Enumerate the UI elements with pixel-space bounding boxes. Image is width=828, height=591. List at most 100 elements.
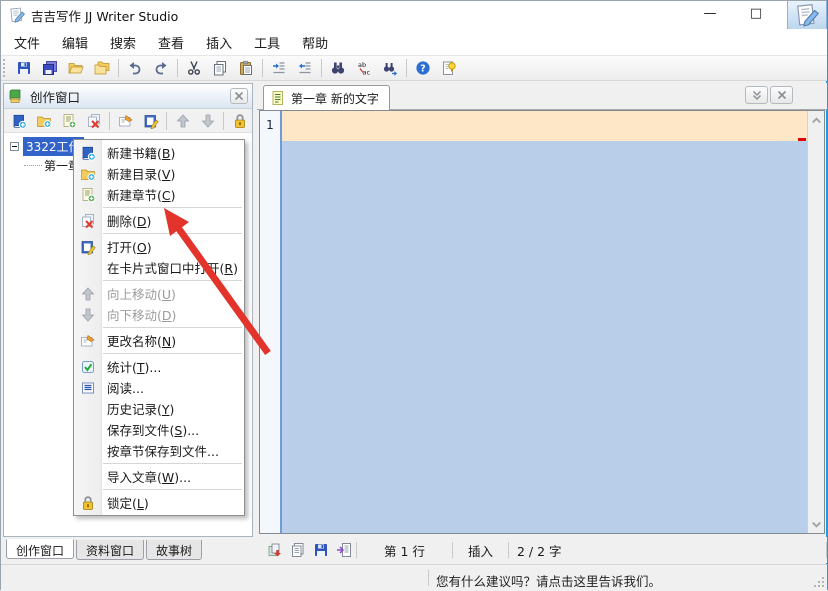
- scroll-down-icon[interactable]: [809, 516, 824, 531]
- open-icon: [68, 60, 84, 76]
- context-menu-label: 历史记录(Y): [107, 402, 175, 417]
- context-menu-item-1[interactable]: 新建目录(V): [74, 163, 244, 184]
- menubar-item-2[interactable]: 搜索: [99, 30, 147, 55]
- context-menu-item-15[interactable]: 阅读...: [74, 377, 244, 398]
- context-menu-item-22[interactable]: 锁定(L): [74, 492, 244, 513]
- editor-tab[interactable]: 第一章 新的文字: [263, 85, 390, 110]
- backup-button[interactable]: [263, 540, 286, 560]
- menubar-item-5[interactable]: 工具: [243, 30, 291, 55]
- outdent-button[interactable]: [292, 57, 318, 79]
- context-menu-item-12[interactable]: 更改名称(N): [74, 330, 244, 351]
- backup-icon: [267, 542, 283, 558]
- menubar-item-0[interactable]: 文件: [3, 30, 51, 55]
- insert-mode-indicator: 插入: [467, 543, 493, 559]
- context-menu-label: 新建章节(C): [107, 188, 176, 203]
- undo-button[interactable]: [122, 57, 148, 79]
- context-menu-label: 新建目录(V): [107, 167, 176, 182]
- help-icon: ?: [415, 60, 431, 76]
- context-menu-label: 锁定(L): [107, 496, 149, 511]
- context-menu-label: 导入文章(W)...: [107, 470, 192, 485]
- context-menu-label: 删除(D): [107, 214, 152, 229]
- find-button[interactable]: [325, 57, 351, 79]
- insert-doc-button[interactable]: [333, 540, 356, 560]
- vertical-scrollbar[interactable]: [807, 111, 824, 533]
- paste-button[interactable]: [233, 57, 259, 79]
- replace-icon: ab ac: [356, 60, 372, 76]
- minimize-button[interactable]: —: [693, 3, 727, 25]
- indent-button[interactable]: [266, 57, 292, 79]
- find-icon: [330, 60, 346, 76]
- main-toolbar: ab ac?: [1, 55, 827, 81]
- insert-doc-icon: [336, 542, 352, 558]
- svg-text:ac: ac: [363, 69, 371, 77]
- panel-tab-0[interactable]: 创作窗口: [6, 539, 75, 559]
- text-area[interactable]: [282, 111, 807, 533]
- menubar-item-6[interactable]: 帮助: [291, 30, 339, 55]
- save-button[interactable]: [11, 57, 37, 79]
- panel-tab-1[interactable]: 资料窗口: [76, 540, 145, 560]
- context-menu-item-18[interactable]: 按章节保存到文件...: [74, 440, 244, 461]
- lock-icon: [80, 495, 96, 511]
- menubar-item-1[interactable]: 编辑: [51, 30, 99, 55]
- context-menu-item-0[interactable]: 新建书籍(B): [74, 142, 244, 163]
- book-add-icon: [11, 113, 27, 129]
- panel-close-button[interactable]: [230, 88, 248, 104]
- rename-button[interactable]: [113, 110, 138, 131]
- resize-grip[interactable]: [811, 574, 824, 587]
- toolbar-drag-handle[interactable]: [3, 59, 8, 77]
- copy-page-icon: [290, 542, 306, 558]
- open-button[interactable]: [63, 57, 89, 79]
- menubar-item-4[interactable]: 插入: [195, 30, 243, 55]
- delete-button[interactable]: [81, 110, 106, 131]
- panel-tab-2[interactable]: 故事树: [146, 540, 203, 560]
- editor-tab-bar: 第一章 新的文字: [257, 83, 827, 110]
- context-menu-item-7[interactable]: 在卡片式窗口中打开(R): [74, 257, 244, 278]
- folder-add-icon: [80, 166, 96, 182]
- app-logo-button[interactable]: [787, 1, 827, 30]
- tab-close-button[interactable]: [770, 86, 793, 104]
- open-all-button[interactable]: [89, 57, 115, 79]
- status-bar: 您有什么建议吗？请点击这里告诉我们。: [1, 564, 827, 590]
- folder-add-icon: [36, 113, 52, 129]
- move-down-button[interactable]: [195, 110, 220, 131]
- folder-add-button[interactable]: [31, 110, 56, 131]
- move-up-icon: [175, 113, 191, 129]
- move-up-button[interactable]: [170, 110, 195, 131]
- tree-collapse-icon[interactable]: [10, 142, 19, 151]
- document-icon: [270, 90, 286, 106]
- context-menu-label: 更改名称(N): [107, 334, 177, 349]
- redo-button[interactable]: [148, 57, 174, 79]
- scroll-up-icon[interactable]: [809, 113, 824, 128]
- context-menu-item-20[interactable]: 导入文章(W)...: [74, 466, 244, 487]
- menubar-item-3[interactable]: 查看: [147, 30, 195, 55]
- editor-area[interactable]: 1: [259, 110, 825, 534]
- context-menu-item-6[interactable]: 打开(O): [74, 236, 244, 257]
- tab-list-button[interactable]: [745, 86, 768, 104]
- cut-button[interactable]: [181, 57, 207, 79]
- copy-button[interactable]: [207, 57, 233, 79]
- notebook-edit-button[interactable]: [138, 110, 163, 131]
- find-next-button[interactable]: [377, 57, 403, 79]
- move-up-icon: [80, 286, 96, 302]
- context-menu-label: 向下移动(D): [107, 308, 177, 323]
- copy-page-button[interactable]: [286, 540, 309, 560]
- maximize-button[interactable]: □: [739, 3, 773, 25]
- book-add-button[interactable]: [6, 110, 31, 131]
- page-add-button[interactable]: [56, 110, 81, 131]
- save-button[interactable]: [310, 540, 333, 560]
- creation-panel-title: 创作窗口: [30, 89, 81, 105]
- read-icon: [80, 380, 96, 396]
- context-menu-label: 在卡片式窗口中打开(R): [107, 261, 238, 276]
- tree-context-menu: 新建书籍(B) 新建目录(V) 新建章节(C) 删除(D) 打开(O) 在卡片式窗口中打开…: [73, 139, 245, 516]
- tips-button[interactable]: [436, 57, 462, 79]
- context-menu-item-16[interactable]: 历史记录(Y): [74, 398, 244, 419]
- save-all-button[interactable]: [37, 57, 63, 79]
- context-menu-item-2[interactable]: 新建章节(C): [74, 184, 244, 205]
- context-menu-item-4[interactable]: 删除(D): [74, 210, 244, 231]
- replace-button[interactable]: ab ac: [351, 57, 377, 79]
- context-menu-item-14[interactable]: 统计(T)...: [74, 356, 244, 377]
- help-button[interactable]: ?: [410, 57, 436, 79]
- lock-button[interactable]: [227, 110, 252, 131]
- suggestion-link[interactable]: 您有什么建议吗？请点击这里告诉我们。: [436, 571, 661, 590]
- context-menu-item-17[interactable]: 保存到文件(S)...: [74, 419, 244, 440]
